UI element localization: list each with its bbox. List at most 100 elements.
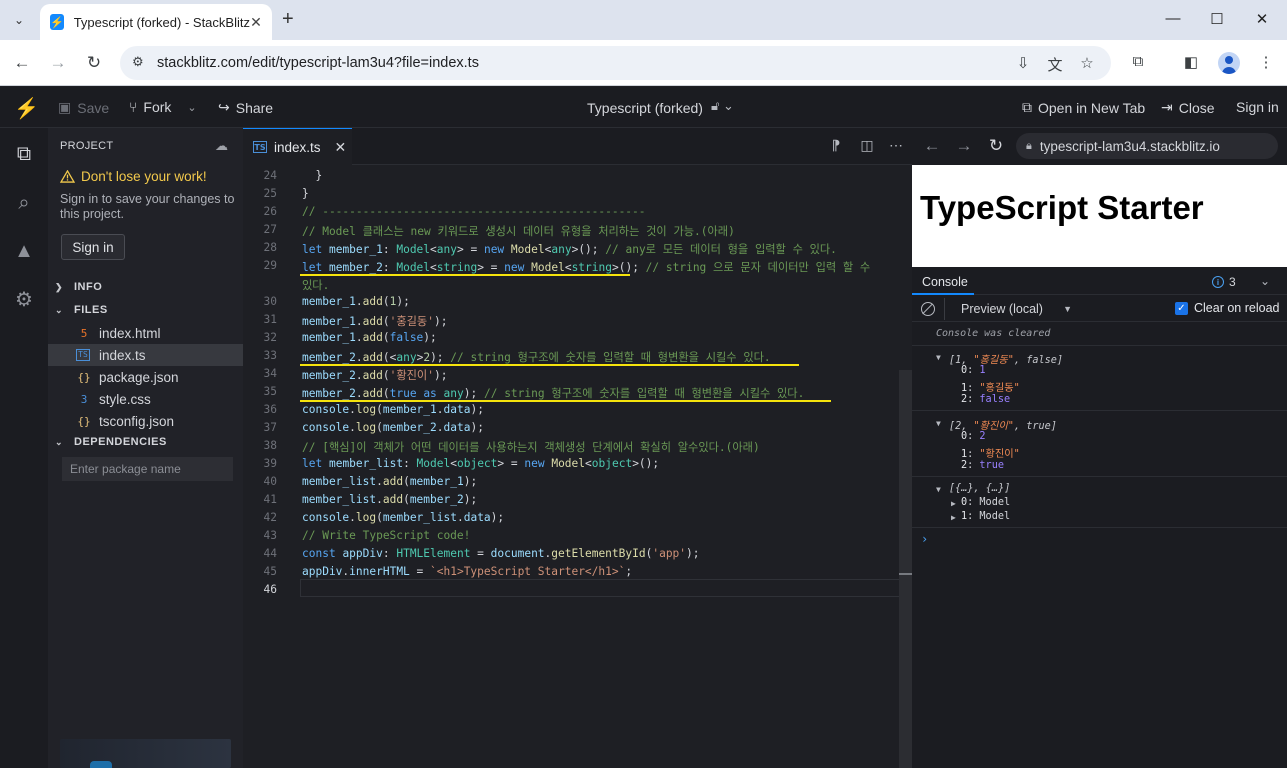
sidebar-sign-in-button[interactable]: Sign in	[61, 234, 125, 260]
header-sign-in-button[interactable]: Sign in	[1236, 99, 1279, 115]
ts-file-icon: TS	[253, 141, 267, 153]
search-icon[interactable]: ⌕	[12, 191, 36, 215]
minimize-icon[interactable]: —	[1163, 10, 1183, 27]
files-explorer-icon[interactable]: ⧉	[12, 142, 36, 166]
section-dependencies[interactable]: ⌄ DEPENDENCIES	[48, 431, 243, 453]
file-item-index-html[interactable]: 5 index.html	[48, 322, 243, 344]
back-arrow-icon[interactable]: ←	[12, 53, 32, 73]
reload-icon[interactable]: ↻	[84, 53, 104, 73]
line-number: 33	[263, 349, 277, 362]
more-menu-icon[interactable]: ⋮	[1256, 53, 1276, 71]
package-name-input[interactable]	[62, 457, 233, 481]
console-prop: 2: false	[961, 394, 1011, 405]
clear-on-reload-checkbox[interactable]: ✓ Clear on reload	[1175, 301, 1279, 315]
console-header: Console i 3 ⌄	[912, 270, 1287, 295]
expand-triangle-right-icon[interactable]: ▶	[951, 499, 956, 508]
console-context-select[interactable]: Preview (local) ▼	[944, 298, 1076, 320]
address-url[interactable]: stackblitz.com/edit/typescript-lam3u4?fi…	[157, 55, 479, 71]
window-close-icon[interactable]: ✕	[1252, 10, 1272, 28]
console-prop[interactable]: 1: Model	[961, 511, 1010, 522]
file-item-tsconfig-json[interactable]: {} tsconfig.json	[48, 410, 243, 432]
tab-close-icon[interactable]: ✕	[250, 14, 262, 31]
console-prop: 2: true	[961, 460, 1004, 471]
fork-chevron-down-icon[interactable]: ⌄	[187, 101, 196, 114]
bookmark-star-icon[interactable]: ☆	[1077, 54, 1097, 72]
preview-back-icon[interactable]: ←	[922, 137, 942, 155]
split-editor-icon[interactable]: ◫	[858, 137, 876, 154]
warning-text: Sign in to save your changes to this pro…	[60, 192, 235, 221]
code-line: member_1.add(false);	[302, 331, 437, 344]
fork-icon: ⑂	[129, 99, 138, 115]
console-log-entry[interactable]: [{…}, {…}]	[949, 483, 1010, 494]
share-button[interactable]: ↪ Share	[218, 99, 273, 116]
editor-scrollbar[interactable]	[899, 370, 912, 768]
install-app-icon[interactable]: ⇩	[1013, 54, 1033, 72]
preview-reload-icon[interactable]: ↻	[986, 137, 1006, 155]
code-area[interactable]: 24 25 26 27 28 29 30 31 32 33 34 35 36 3…	[243, 165, 912, 768]
line-number: 29	[263, 259, 277, 272]
console-tab[interactable]: Console	[912, 270, 974, 295]
promo-banner[interactable]	[60, 739, 231, 768]
info-icon: i	[1212, 276, 1224, 288]
preview-forward-icon[interactable]: →	[954, 137, 974, 155]
expand-triangle-down-icon[interactable]: ▼	[936, 485, 941, 494]
translate-icon[interactable]: 文	[1045, 54, 1065, 75]
new-window-icon: ⧉	[1022, 99, 1032, 115]
console-info-count[interactable]: i 3	[1212, 275, 1236, 289]
visibility-lock-icon[interactable]: 🔓︎ ⌄	[711, 98, 734, 114]
file-item-package-json[interactable]: {} package.json	[48, 366, 243, 388]
json-file-icon: {}	[77, 414, 91, 428]
warning-triangle-icon	[60, 170, 75, 183]
highlight-underline	[300, 364, 799, 366]
chevron-down-icon: ⌄	[55, 304, 64, 315]
site-info-icon[interactable]: ⚙	[132, 54, 144, 70]
console-collapse-chevron-icon[interactable]: ⌄	[1260, 274, 1270, 288]
format-paintbrush-icon[interactable]: ⁋	[827, 137, 845, 154]
firebase-icon[interactable]: ▲	[12, 239, 36, 263]
file-item-index-ts[interactable]: TS index.ts	[48, 344, 243, 366]
console-prop[interactable]: 0: Model	[961, 497, 1010, 508]
preview-page: TypeScript Starter	[912, 165, 1287, 267]
code-line: let member_2: Model<string> = new Model<…	[302, 261, 871, 274]
section-files[interactable]: ⌄ FILES	[48, 299, 243, 321]
tab-search-chevron-icon[interactable]: ⌄	[6, 8, 32, 32]
lock-icon: 🔒︎	[1026, 139, 1032, 152]
address-bar[interactable]: ⚙ stackblitz.com/edit/typescript-lam3u4?…	[120, 46, 1111, 80]
extensions-puzzle-icon[interactable]: ⧉	[1128, 53, 1148, 70]
maximize-icon[interactable]: ☐	[1207, 10, 1227, 28]
save-button[interactable]: ▣ Save	[58, 99, 109, 116]
profile-avatar[interactable]	[1218, 52, 1240, 74]
forward-arrow-icon[interactable]: →	[48, 53, 68, 73]
console-log-entry[interactable]: [2, "황진이", true]	[949, 417, 1057, 432]
console-prompt-icon[interactable]: ›	[921, 532, 928, 546]
fork-button[interactable]: ⑂ Fork ⌄	[129, 99, 197, 115]
new-tab-plus-icon[interactable]: +	[282, 9, 294, 29]
cloud-download-icon[interactable]: ☁	[215, 138, 228, 154]
editor-tab-bar: TS index.ts ✕ ⁋ ◫ ⋯	[243, 128, 912, 165]
more-actions-icon[interactable]: ⋯	[887, 137, 905, 154]
editor-tab-index-ts[interactable]: TS index.ts ✕	[243, 128, 352, 165]
css-file-icon: 3	[80, 392, 88, 406]
browser-tab[interactable]: ⚡ Typescript (forked) - StackBlitz ✕	[40, 4, 272, 40]
console-prop: 1: "황진이"	[961, 449, 1020, 460]
open-in-new-tab-button[interactable]: ⧉ Open in New Tab	[1022, 99, 1145, 116]
line-number: 36	[263, 403, 277, 416]
console-log-entry[interactable]: [1, "홍길동", false]	[949, 351, 1063, 366]
line-number: 35	[263, 385, 277, 398]
expand-triangle-right-icon[interactable]: ▶	[951, 513, 956, 522]
expand-triangle-down-icon[interactable]: ▼	[936, 419, 941, 428]
settings-gear-icon[interactable]: ⚙	[12, 287, 36, 311]
side-panel-icon[interactable]: ◧	[1181, 53, 1201, 71]
clear-console-icon[interactable]	[921, 302, 935, 316]
stackblitz-logo-icon[interactable]: ⚡	[14, 96, 39, 121]
expand-triangle-down-icon[interactable]: ▼	[936, 353, 941, 362]
editor-tab-close-icon[interactable]: ✕	[335, 139, 347, 156]
file-item-style-css[interactable]: 3 style.css	[48, 388, 243, 410]
section-info[interactable]: ❯ INFO	[48, 276, 243, 298]
preview-url-bar[interactable]: 🔒︎ typescript-lam3u4.stackblitz.io	[1016, 133, 1278, 159]
line-number: 26	[263, 205, 277, 218]
console-prop: 0: 1	[961, 365, 986, 376]
line-number: 41	[263, 493, 277, 506]
project-title[interactable]: Typescript (forked)	[587, 100, 703, 116]
close-button[interactable]: ⇥ Close	[1161, 99, 1215, 116]
